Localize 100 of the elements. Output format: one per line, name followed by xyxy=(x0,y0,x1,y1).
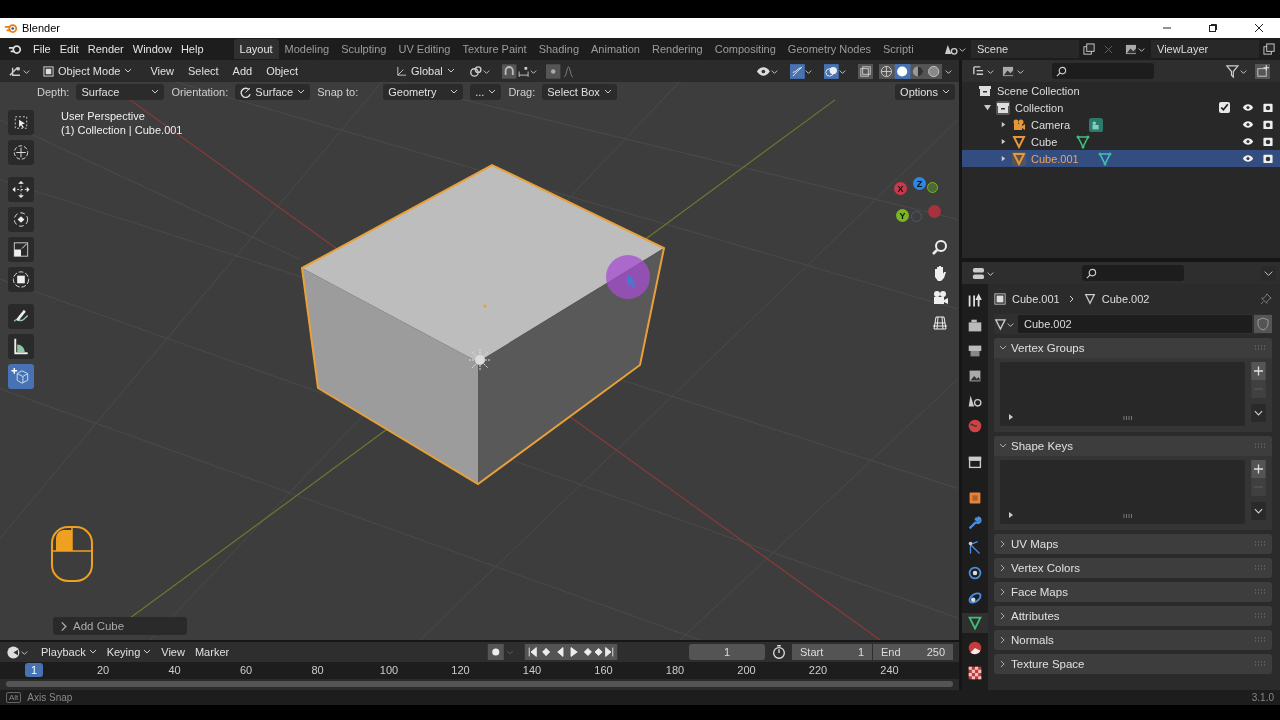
workspace-tab[interactable]: Animation xyxy=(585,39,646,59)
panel-header[interactable]: Face Maps xyxy=(999,586,1068,598)
grid-icon[interactable] xyxy=(930,313,950,333)
timeline-menu[interactable]: Marker xyxy=(189,646,235,658)
eye-icon[interactable] xyxy=(1242,119,1254,130)
workspace-tab[interactable]: Geometry Nodes xyxy=(781,39,877,59)
workspace-tab[interactable]: Texture Paint xyxy=(456,39,533,59)
menu-item[interactable]: File xyxy=(30,43,57,55)
expand-arrow[interactable] xyxy=(1000,121,1007,128)
tree-item[interactable]: Collection xyxy=(1015,101,1064,114)
drag-handle-icon[interactable] xyxy=(1254,541,1266,547)
axis-handle[interactable]: X xyxy=(894,182,907,195)
camera-icon[interactable] xyxy=(1262,102,1274,113)
menu-item[interactable]: Object xyxy=(259,65,305,77)
drag-handle-icon[interactable] xyxy=(1254,661,1266,667)
tree-item[interactable]: Camera xyxy=(1031,118,1071,131)
copy-icon[interactable] xyxy=(1263,42,1276,56)
axis-handle[interactable] xyxy=(927,182,938,193)
overlay-toggle-icon[interactable] xyxy=(824,63,848,79)
menu-item[interactable]: View xyxy=(143,65,182,77)
mesh-data-icon[interactable] xyxy=(994,317,1016,331)
workspace-tab[interactable]: UV Editing xyxy=(392,39,457,59)
filter-icon[interactable] xyxy=(1225,63,1249,79)
blender-logo-icon[interactable] xyxy=(8,43,22,55)
mesh-data-icon[interactable] xyxy=(962,613,988,633)
eye-icon[interactable] xyxy=(1242,102,1254,113)
expand-arrow[interactable] xyxy=(1000,155,1007,162)
end-frame-field[interactable]: End 250 xyxy=(873,644,953,660)
gizmo-toggle-icon[interactable] xyxy=(790,63,814,79)
last-operator-panel[interactable]: Add Cube xyxy=(53,617,187,635)
copy-icon[interactable] xyxy=(1083,42,1096,56)
timeline-menu[interactable]: View xyxy=(156,646,190,658)
depth-dropdown[interactable]: Surface xyxy=(76,84,165,100)
start-frame-field[interactable]: Start 1 xyxy=(792,644,872,660)
selected-row[interactable]: Cube.001 xyxy=(962,150,1280,167)
scale-icon[interactable] xyxy=(8,237,34,262)
rotate-icon[interactable] xyxy=(8,207,34,232)
search-field[interactable] xyxy=(1052,63,1154,79)
menu-item[interactable]: Window xyxy=(129,43,178,55)
breadcrumb-item[interactable]: Cube.001 xyxy=(1012,293,1060,305)
drag-handle-icon[interactable] xyxy=(1254,565,1266,571)
add-icon[interactable] xyxy=(1251,362,1266,380)
workspace-tab[interactable]: Sculpting xyxy=(335,39,393,59)
axis-handle[interactable]: Y xyxy=(896,209,909,222)
measure-icon[interactable] xyxy=(8,334,34,359)
add-cube-icon[interactable] xyxy=(8,364,34,389)
panel-header[interactable]: Attributes xyxy=(999,610,1060,622)
chevron-down-icon[interactable] xyxy=(1251,502,1266,520)
panel-header[interactable]: Normals xyxy=(999,634,1054,646)
menu-item[interactable]: Render xyxy=(84,43,130,55)
drag-handle-icon[interactable] xyxy=(1254,345,1266,351)
menu-item[interactable]: Add xyxy=(225,65,260,77)
chevron-down-icon[interactable] xyxy=(1251,404,1266,422)
move-icon[interactable] xyxy=(8,177,34,202)
drag-handle-icon[interactable] xyxy=(1254,637,1266,643)
axis-handle[interactable] xyxy=(928,205,941,218)
tree-item[interactable]: Cube xyxy=(1031,135,1058,148)
menu-item[interactable]: Edit xyxy=(56,43,85,55)
editor-type-icon[interactable] xyxy=(972,265,996,281)
drag-handle-icon[interactable] xyxy=(1254,613,1266,619)
cursor-icon[interactable] xyxy=(8,140,34,165)
checkbox[interactable] xyxy=(1219,102,1230,113)
tree-item[interactable]: Scene Collection xyxy=(997,84,1080,97)
xray-icon[interactable] xyxy=(858,63,873,79)
snap-extra-dropdown[interactable]: ... xyxy=(470,84,502,100)
restore-icon[interactable] xyxy=(1208,23,1218,33)
timeline-menu[interactable]: Playback xyxy=(36,646,102,658)
timeline-menu[interactable]: Keying xyxy=(101,646,157,658)
expand-arrow[interactable] xyxy=(1000,138,1007,145)
search-field[interactable] xyxy=(1082,265,1184,281)
camera-icon[interactable] xyxy=(1262,153,1274,164)
select-box-icon[interactable] xyxy=(8,110,34,135)
snap-icon[interactable] xyxy=(501,63,538,79)
drag-handle-icon[interactable] xyxy=(1254,443,1266,449)
current-frame-field[interactable]: 1 xyxy=(689,644,765,660)
eye-icon[interactable] xyxy=(1242,136,1254,147)
menu-item[interactable]: Select xyxy=(181,65,226,77)
tree-item[interactable]: Cube.001 xyxy=(1031,152,1079,165)
drag-handle-icon[interactable] xyxy=(1254,589,1266,595)
drag-dropdown[interactable]: Select Box xyxy=(542,84,617,100)
view-layer-field[interactable]: ViewLayer xyxy=(1151,40,1259,58)
workspace-tab[interactable]: Compositing xyxy=(708,39,782,59)
pin-icon[interactable] xyxy=(1260,293,1272,305)
annotate-icon[interactable] xyxy=(8,304,34,329)
panel-header[interactable]: UV Maps xyxy=(999,538,1059,550)
expand-arrow[interactable] xyxy=(984,104,991,111)
add-icon[interactable] xyxy=(1251,460,1266,478)
pivot-icon[interactable] xyxy=(467,63,492,79)
editor-type-icon[interactable] xyxy=(6,644,30,660)
panel-header[interactable]: Texture Space xyxy=(999,658,1085,670)
workspace-tab[interactable]: Rendering xyxy=(645,39,709,59)
snap-dropdown[interactable]: Geometry xyxy=(383,84,464,100)
orientation-dropdown[interactable]: Surface xyxy=(235,84,311,100)
options-dropdown[interactable]: Options xyxy=(895,84,955,100)
camera-icon[interactable] xyxy=(1262,119,1274,130)
panel-header[interactable]: Vertex Groups xyxy=(999,342,1085,354)
axis-handle[interactable]: Z xyxy=(913,177,926,190)
workspace-tab[interactable]: Shading xyxy=(532,39,586,59)
menu-item[interactable]: Help xyxy=(177,43,210,55)
panel-header[interactable]: Shape Keys xyxy=(999,440,1073,452)
